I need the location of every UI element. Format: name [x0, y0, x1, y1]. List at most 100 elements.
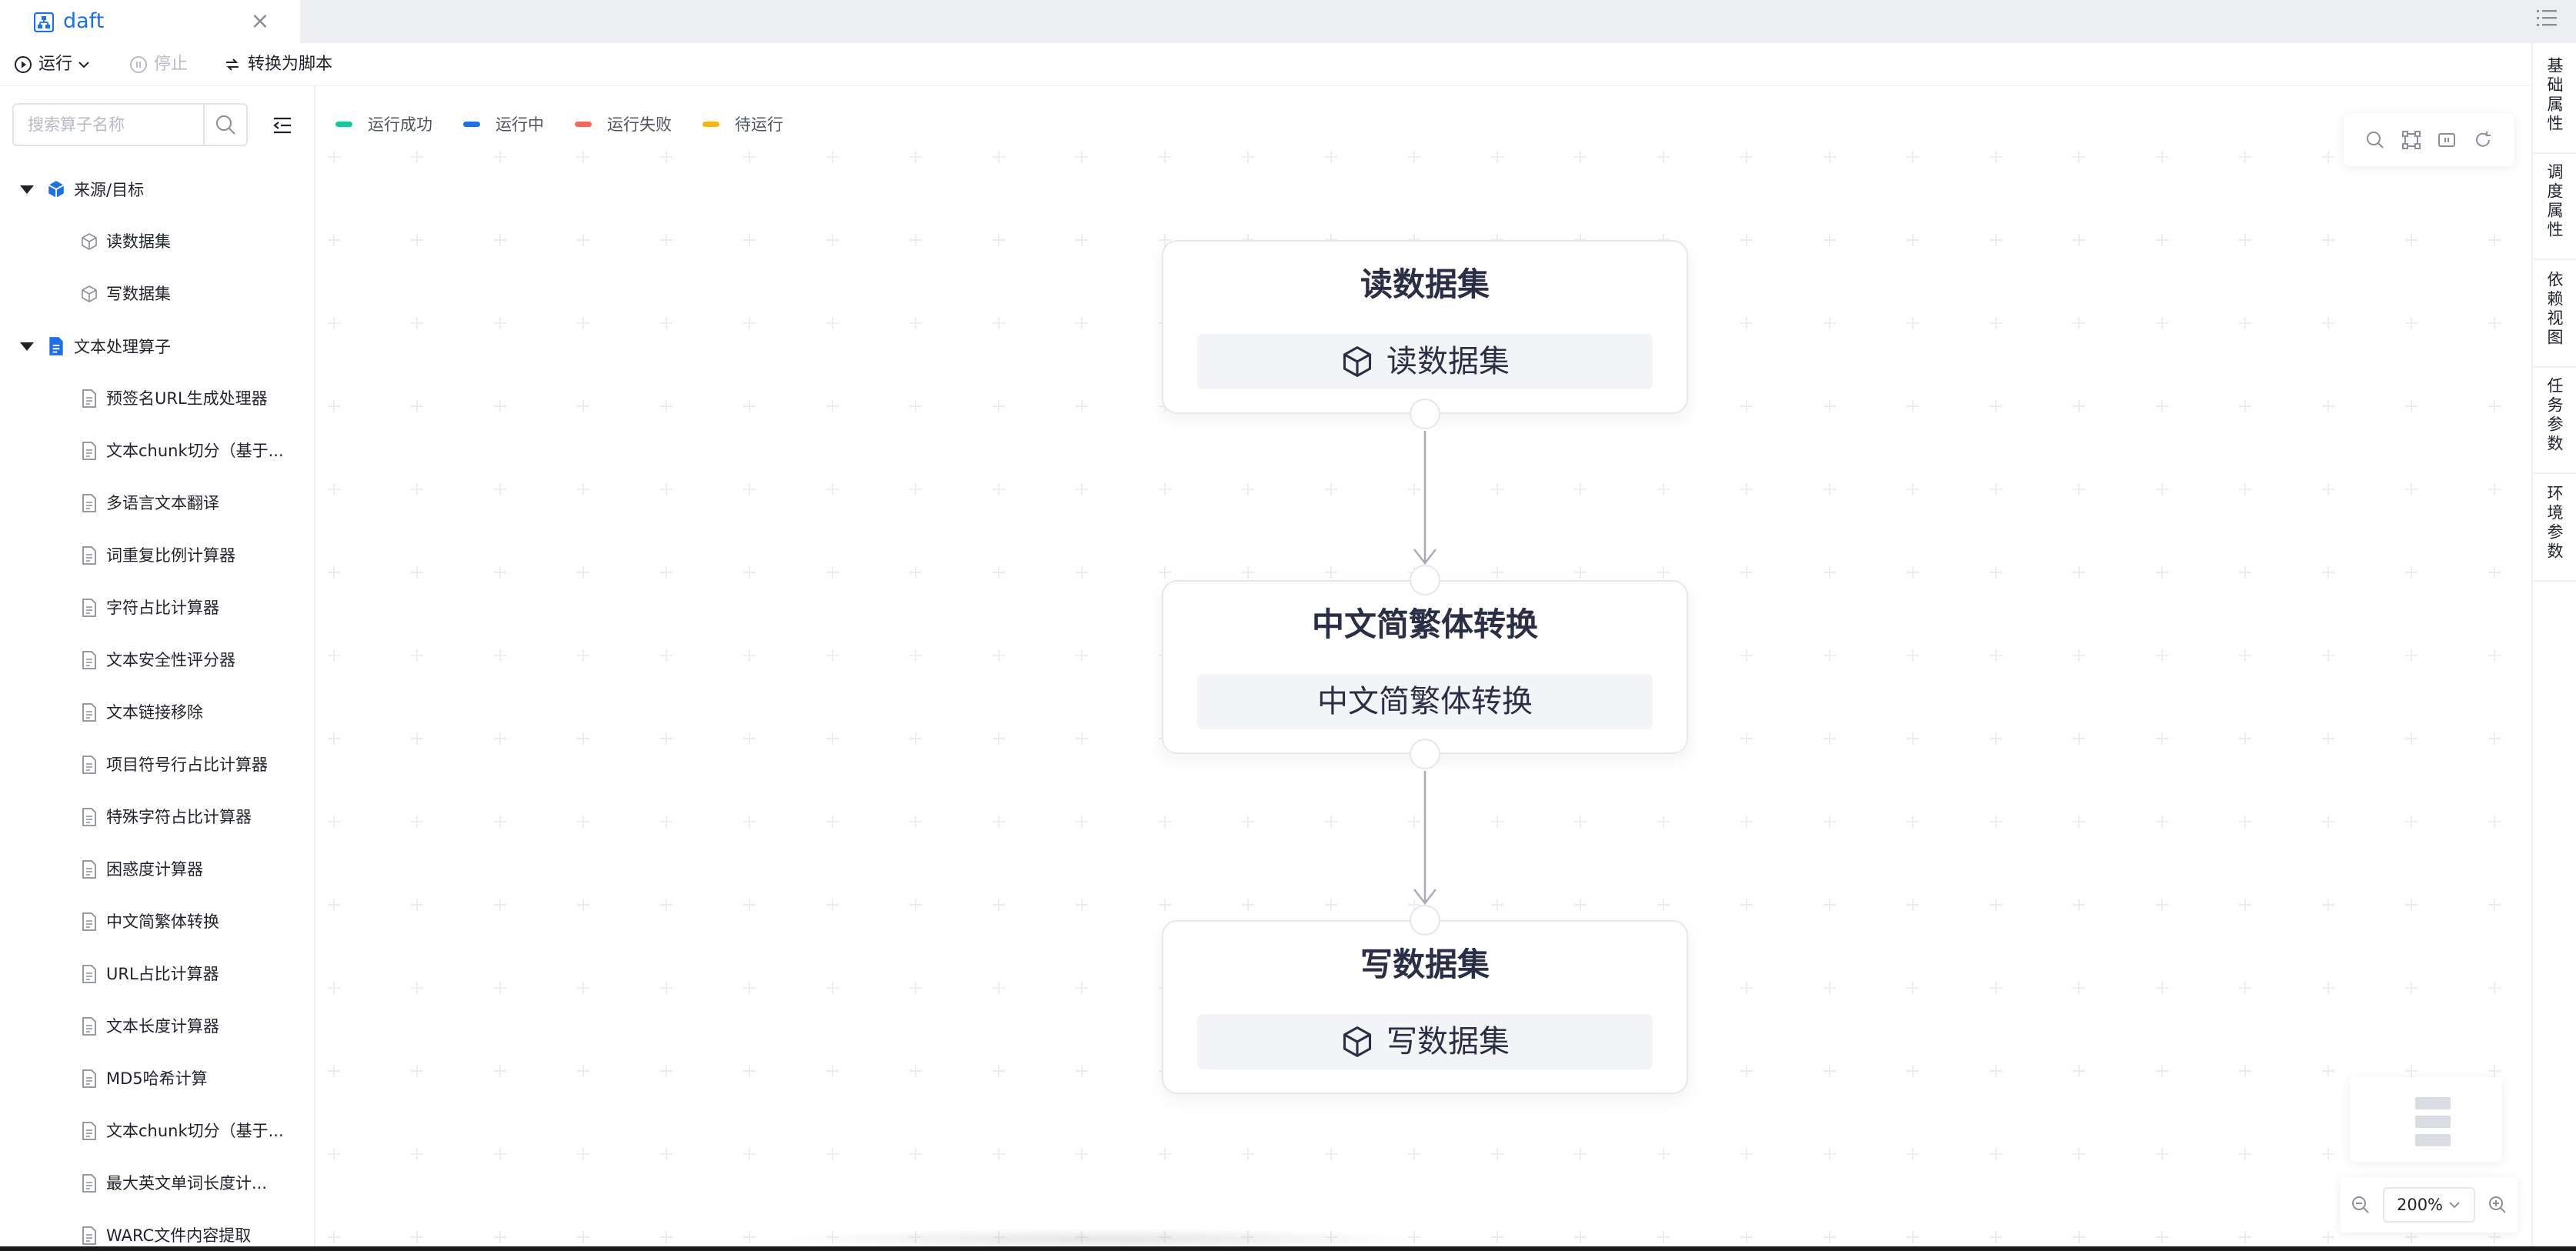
stop-label: 停止 — [154, 55, 189, 74]
package-icon — [48, 181, 65, 198]
node-port[interactable] — [1410, 739, 1440, 769]
node-title: 中文简繁体转换 — [1311, 605, 1538, 643]
minimap-node — [2415, 1116, 2451, 1128]
tree-item-label: WARC文件内容提取 — [106, 1226, 252, 1245]
property-tabs: 基础属性调度属性依赖视图任务参数环境参数 — [2531, 43, 2576, 1251]
document-icon — [82, 860, 96, 879]
tree-item[interactable]: WARC文件内容提取 — [0, 1209, 314, 1251]
document-icon — [82, 756, 96, 774]
document-icon — [82, 651, 96, 669]
document-icon — [82, 808, 96, 826]
document-icon — [82, 912, 96, 931]
tree-item-label: 词重复比例计算器 — [106, 546, 235, 565]
tree-item-label: 读数据集 — [106, 232, 171, 251]
collapse-panel-icon[interactable] — [271, 114, 294, 137]
node-body-label: 中文简繁体转换 — [1317, 684, 1533, 719]
close-icon[interactable]: × — [246, 8, 274, 35]
property-tab-label: 任务参数 — [2545, 377, 2564, 454]
tree-item[interactable]: 词重复比例计算器 — [0, 529, 314, 582]
tree-group[interactable]: 文本处理算子 — [0, 320, 314, 372]
document-icon — [82, 494, 96, 512]
tree-item[interactable]: MD5哈希计算 — [0, 1053, 314, 1105]
document-icon — [82, 389, 96, 408]
run-label: 运行 — [38, 55, 73, 74]
document-icon — [82, 546, 96, 565]
document-icon — [82, 1174, 96, 1193]
workflow-node[interactable]: 读数据集 读数据集 — [1162, 240, 1688, 414]
node-port[interactable] — [1410, 905, 1440, 936]
property-tab[interactable]: 调度属性 — [2533, 158, 2576, 260]
tree-group[interactable]: 来源/目标 — [0, 163, 314, 215]
tab-title: daft — [63, 9, 105, 33]
tree-item-label: 预签名URL生成处理器 — [106, 389, 268, 408]
tree-item[interactable]: 文本chunk切分（基于... — [0, 425, 314, 477]
tree-item[interactable]: 项目符号行占比计算器 — [0, 739, 314, 791]
convert-icon — [226, 58, 239, 71]
tree-item-label: 最大英文单词长度计... — [106, 1174, 268, 1193]
property-tab[interactable]: 依赖视图 — [2533, 266, 2576, 368]
tree-item[interactable]: 写数据集 — [0, 268, 314, 320]
tree-item[interactable]: 文本chunk切分（基于... — [0, 1105, 314, 1157]
zoom-out-icon[interactable] — [2350, 1194, 2371, 1216]
tree-item-label: 特殊字符占比计算器 — [106, 808, 252, 826]
stop-button[interactable]: 停止 — [129, 52, 188, 77]
run-button[interactable]: 运行 — [14, 52, 91, 77]
document-icon — [82, 965, 96, 983]
tree-item[interactable]: 特殊字符占比计算器 — [0, 791, 314, 843]
tree-item[interactable]: 文本安全性评分器 — [0, 634, 314, 686]
node-body: 写数据集 — [1197, 1014, 1653, 1069]
minimap-node — [2415, 1097, 2451, 1109]
caret-down-icon[interactable] — [20, 342, 34, 351]
node-port[interactable] — [1410, 399, 1440, 429]
workflow-node[interactable]: 中文简繁体转换 中文简繁体转换 — [1162, 580, 1688, 754]
play-circle-icon — [15, 56, 32, 73]
property-tab-label: 调度属性 — [2545, 163, 2564, 240]
toolbar: 运行 停止 转换为脚本 — [0, 43, 2531, 86]
operator-panel: 来源/目标读数据集写数据集文本处理算子预签名URL生成处理器文本chunk切分（… — [0, 86, 315, 1251]
convert-label: 转换为脚本 — [248, 55, 333, 74]
document-icon — [82, 442, 96, 460]
tab-daft[interactable]: daft × — [0, 0, 300, 43]
chevron-down-icon — [2449, 1202, 2460, 1209]
convert-to-script-button[interactable]: 转换为脚本 — [223, 52, 332, 77]
tree-item[interactable]: 文本长度计算器 — [0, 1000, 314, 1053]
node-port[interactable] — [1410, 565, 1440, 595]
property-tab[interactable]: 任务参数 — [2533, 372, 2576, 474]
tree-item[interactable]: 预签名URL生成处理器 — [0, 372, 314, 425]
tree-item[interactable]: 读数据集 — [0, 215, 314, 268]
tree-item[interactable]: 多语言文本翻译 — [0, 477, 314, 529]
tree-item[interactable]: 中文简繁体转换 — [0, 896, 314, 948]
chevron-down-icon[interactable] — [77, 58, 91, 72]
property-tab[interactable]: 环境参数 — [2533, 480, 2576, 582]
file-text-icon — [49, 337, 63, 355]
workflow-node[interactable]: 写数据集 写数据集 — [1162, 920, 1688, 1094]
property-tab-label: 基础属性 — [2545, 57, 2564, 134]
property-tab[interactable]: 基础属性 — [2533, 52, 2576, 154]
tree-item[interactable]: 最大英文单词长度计... — [0, 1157, 314, 1209]
tree-item[interactable]: 困惑度计算器 — [0, 843, 314, 896]
workflow-canvas[interactable]: 运行成功 运行中 运行失败 待运行 读数据集 读数据集 中文简繁体转换 中文简繁体转换 写数据… — [317, 86, 2531, 1251]
bottom-bar — [0, 1246, 2576, 1251]
cube-icon — [1343, 346, 1372, 377]
tree-item[interactable]: 文本链接移除 — [0, 686, 314, 739]
search-input[interactable] — [14, 105, 199, 144]
tree-item-label: 困惑度计算器 — [106, 860, 203, 879]
tree-item-label: 多语言文本翻译 — [106, 494, 219, 512]
node-body-label: 读数据集 — [1386, 344, 1510, 379]
search-button[interactable] — [203, 105, 246, 145]
tree-item[interactable]: 字符占比计算器 — [0, 582, 314, 634]
minimap-node — [2415, 1134, 2451, 1146]
list-menu-icon[interactable] — [2534, 6, 2559, 31]
minimap[interactable] — [2350, 1077, 2502, 1162]
zoom-select[interactable]: 200% — [2383, 1187, 2475, 1223]
tree-item-label: 文本安全性评分器 — [106, 651, 235, 669]
tree-item[interactable]: URL占比计算器 — [0, 948, 314, 1000]
document-icon — [82, 599, 96, 617]
node-body: 中文简繁体转换 — [1197, 674, 1653, 729]
tree-item-label: MD5哈希计算 — [106, 1069, 208, 1088]
caret-down-icon[interactable] — [20, 185, 34, 194]
document-icon — [82, 1226, 96, 1245]
zoom-in-icon[interactable] — [2487, 1194, 2508, 1216]
node-body: 读数据集 — [1197, 334, 1653, 389]
tree-item-label: 写数据集 — [106, 285, 171, 303]
